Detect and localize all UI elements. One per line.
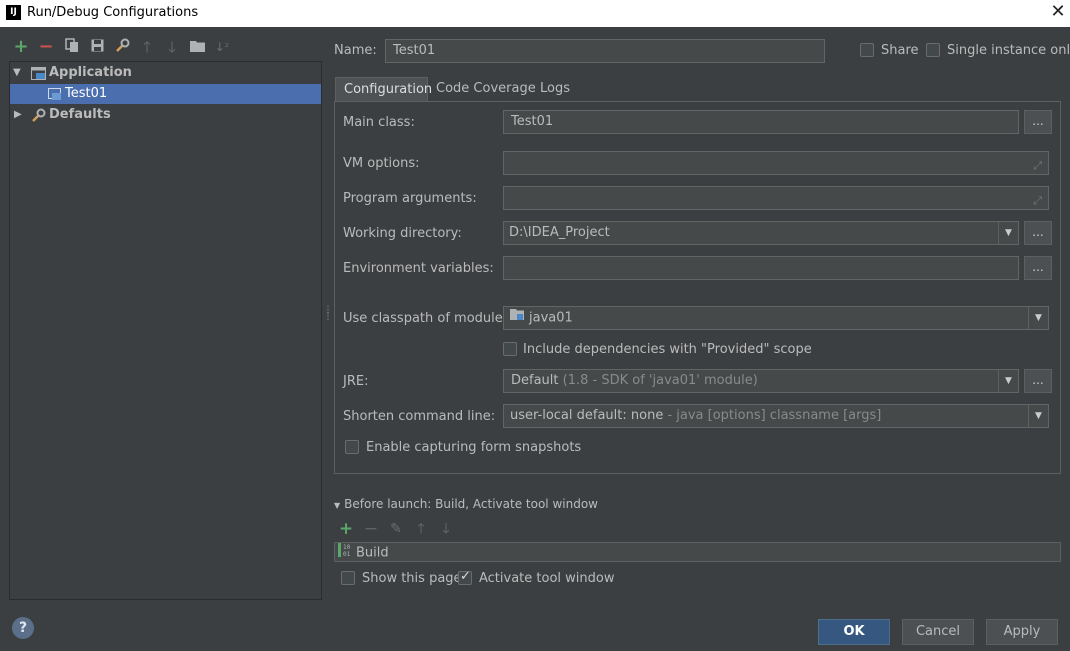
tree-item-label: Test01 [65, 86, 108, 101]
expand-icon[interactable]: ⤢ [1033, 155, 1042, 174]
configuration-tree[interactable]: ▼ Application Test01 ▶ Defaults [9, 61, 322, 600]
show-page-label[interactable]: Show this page [362, 571, 462, 586]
copy-icon[interactable] [63, 38, 81, 56]
help-button[interactable]: ? [12, 617, 34, 639]
module-folder-icon [510, 307, 525, 329]
move-down-icon[interactable]: 🡓 [438, 521, 454, 537]
share-checkbox[interactable] [860, 43, 874, 57]
program-arguments-input[interactable]: ⤢ [503, 186, 1049, 210]
before-launch-task-build[interactable]: 10 01 Build [334, 542, 1061, 562]
add-task-icon[interactable]: + [338, 521, 354, 538]
classpath-module-label: Use classpath of module: [343, 311, 508, 326]
environment-variables-label: Environment variables: [343, 261, 494, 276]
jre-detail: (1.8 - SDK of 'java01' module) [562, 373, 758, 388]
save-icon[interactable] [88, 38, 106, 56]
include-dependencies-checkbox[interactable] [503, 342, 517, 356]
build-label: Build [356, 545, 389, 561]
working-directory-label: Working directory: [343, 226, 462, 241]
add-icon[interactable]: + [12, 38, 30, 56]
chevron-down-icon[interactable]: ▼ [1028, 405, 1048, 427]
name-label: Name: [334, 43, 377, 58]
include-dependencies-label[interactable]: Include dependencies with "Provided" sco… [523, 342, 812, 357]
wrench-icon[interactable] [113, 38, 131, 56]
expand-icon[interactable]: ⤢ [1033, 190, 1042, 209]
main-class-input[interactable]: Test01 [503, 110, 1019, 134]
single-instance-label[interactable]: Single instance only [947, 43, 1070, 58]
intellij-app-icon: IJ [6, 5, 21, 20]
window-title: Run/Debug Configurations [27, 5, 199, 20]
chevron-down-icon[interactable]: ▼ [998, 222, 1018, 244]
shorten-command-line-value: user-local default: none [510, 408, 664, 423]
main-class-label: Main class: [343, 115, 415, 130]
folder-icon[interactable] [188, 38, 206, 56]
name-input[interactable]: Test01 [385, 39, 825, 63]
vm-options-input[interactable]: ⤢ [503, 151, 1049, 175]
main-class-browse-button[interactable]: ... [1024, 110, 1052, 134]
before-launch-title: Before launch: Build, Activate tool wind… [344, 497, 598, 511]
move-up-icon[interactable]: 🡑 [138, 38, 156, 56]
move-down-icon[interactable]: 🡓 [163, 38, 181, 56]
shorten-command-line-dropdown[interactable]: user-local default: none - java [options… [503, 404, 1049, 428]
enable-snapshots-label[interactable]: Enable capturing form snapshots [366, 440, 581, 455]
single-instance-checkbox[interactable] [926, 43, 940, 57]
collapse-arrow-icon[interactable]: ▼ [334, 501, 340, 510]
jre-label: JRE: [343, 374, 369, 389]
activate-tool-window-checkbox[interactable] [458, 569, 472, 585]
enable-snapshots-checkbox[interactable] [345, 440, 359, 454]
tree-item-label: Defaults [49, 107, 111, 122]
remove-task-icon[interactable]: − [363, 521, 379, 538]
apply-button[interactable]: Apply [986, 619, 1058, 645]
svg-text:01: 01 [343, 551, 351, 557]
collapsed-arrow-icon[interactable]: ▶ [14, 105, 22, 125]
application-icon [31, 67, 46, 80]
jre-browse-button[interactable]: ... [1024, 369, 1052, 393]
shorten-command-line-label: Shorten command line: [343, 409, 496, 424]
jre-value: Default [511, 373, 559, 388]
build-icon: 10 01 [338, 543, 352, 563]
program-arguments-label: Program arguments: [343, 191, 477, 206]
tab-configuration[interactable]: Configuration [335, 77, 432, 101]
svg-text:10: 10 [343, 544, 351, 551]
expanded-arrow-icon[interactable]: ▼ [13, 63, 21, 83]
working-directory-value: D:\IDEA_Project [509, 225, 610, 240]
share-label[interactable]: Share [881, 43, 919, 58]
run-config-icon [48, 88, 62, 100]
tree-item-application[interactable]: ▼ Application [10, 63, 321, 83]
splitter-handle[interactable]: ⋮ ⋮ [323, 306, 333, 326]
shorten-command-line-detail: - java [options] classname [args] [663, 408, 882, 423]
working-directory-dropdown[interactable]: D:\IDEA_Project ▼ [503, 221, 1019, 245]
tree-item-test01[interactable]: Test01 [10, 84, 321, 104]
environment-variables-input[interactable] [503, 256, 1019, 280]
tree-item-defaults[interactable]: ▶ Defaults [10, 105, 321, 125]
classpath-module-value: java01 [529, 310, 573, 326]
environment-variables-browse-button[interactable]: ... [1024, 256, 1052, 280]
sort-icon[interactable]: ↓ᶻ [213, 38, 231, 56]
remove-icon[interactable]: − [37, 38, 55, 56]
tab-logs[interactable]: Logs [532, 77, 572, 101]
activate-tool-window-label[interactable]: Activate tool window [479, 571, 614, 586]
tree-item-label: Application [49, 65, 132, 80]
show-page-checkbox[interactable] [341, 571, 355, 585]
jre-dropdown[interactable]: Default (1.8 - SDK of 'java01' module) ▼ [503, 369, 1019, 393]
cancel-button[interactable]: Cancel [902, 619, 974, 645]
classpath-module-dropdown[interactable]: java01 ▼ [503, 306, 1049, 330]
tab-code-coverage[interactable]: Code Coverage [428, 77, 536, 101]
title-bar: IJ Run/Debug Configurations ✕ [0, 0, 1070, 27]
working-directory-browse-button[interactable]: ... [1024, 221, 1052, 245]
ok-button[interactable]: OK [818, 619, 890, 645]
move-up-icon[interactable]: 🡑 [413, 521, 429, 537]
edit-task-icon[interactable]: ✎ [388, 521, 404, 537]
wrench-icon [31, 108, 46, 122]
vm-options-label: VM options: [343, 156, 420, 171]
chevron-down-icon[interactable]: ▼ [1028, 307, 1048, 329]
before-launch-header[interactable]: ▼ Before launch: Build, Activate tool win… [334, 497, 598, 511]
chevron-down-icon[interactable]: ▼ [998, 370, 1018, 392]
close-icon[interactable]: ✕ [1049, 2, 1067, 22]
